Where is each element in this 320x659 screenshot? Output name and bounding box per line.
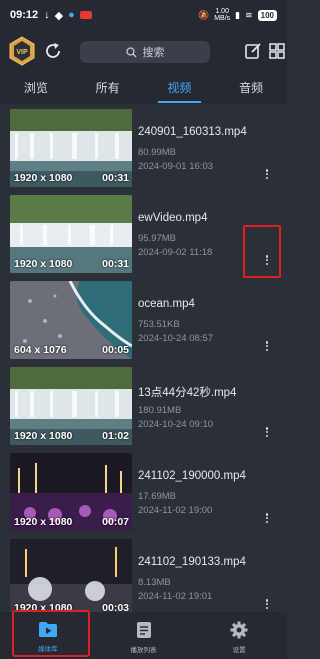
video-thumbnail[interactable]: 1920 x 1080 01:02 <box>10 367 132 445</box>
video-duration: 01:02 <box>102 430 129 442</box>
nav-label: 设置 <box>232 647 246 654</box>
notification-icon: ◆ <box>54 9 64 22</box>
video-size: 753.51KB <box>138 319 180 330</box>
document-list-icon <box>136 622 151 638</box>
video-list-item[interactable]: 1920 x 1080 01:02 13点44分42秒.mp4 180.91MB 202… <box>0 362 287 448</box>
search-input[interactable]: 搜索 <box>80 41 210 63</box>
video-size: 8.13MB <box>138 577 171 588</box>
video-duration: 00:07 <box>102 516 129 528</box>
highlight-media-library <box>12 610 90 657</box>
video-duration: 00:31 <box>102 172 129 184</box>
video-resolution: 1920 x 1080 <box>14 258 73 270</box>
video-date: 2024-09-02 11:18 <box>138 247 213 258</box>
signal-icon: ▮ <box>235 9 241 20</box>
more-options-icon[interactable] <box>262 426 272 440</box>
video-date: 2024-09-01 16:03 <box>138 161 214 172</box>
video-duration: 00:31 <box>102 258 129 270</box>
edit-icon[interactable] <box>244 42 262 60</box>
video-date: 2024-11-02 19:01 <box>138 591 213 602</box>
recording-icon <box>79 11 92 19</box>
net-speed: 1.00 MB/s <box>214 8 231 22</box>
highlight-more-button <box>243 225 281 278</box>
more-options-icon[interactable] <box>262 168 272 182</box>
video-name: 13点44分42秒.mp4 <box>138 387 237 399</box>
video-resolution: 604 x 1076 <box>14 344 67 356</box>
tab-video[interactable]: 视频 <box>144 76 216 104</box>
video-size: 180.91MB <box>138 405 182 416</box>
video-name: ewVideo.mp4 <box>138 212 208 224</box>
video-size: 17.69MB <box>138 491 177 502</box>
tab-browse[interactable]: 浏览 <box>0 76 72 104</box>
video-name: 241102_190133.mp4 <box>138 556 246 568</box>
battery-level: 100 <box>257 9 277 21</box>
status-bar: 09:12 ↓ ◆ ● 🔕 1.00 MB/s ▮ ≋ 100 <box>0 0 287 30</box>
video-thumbnail[interactable]: 1920 x 1080 00:03 <box>10 539 132 612</box>
video-list: 1920 x 1080 00:31 240901_160313.mp4 80.99MB… <box>0 104 287 612</box>
video-date: 2024-10-24 08:57 <box>138 333 214 344</box>
download-icon: ↓ <box>44 9 50 21</box>
video-resolution: 1920 x 1080 <box>14 172 73 184</box>
video-date: 2024-11-02 19:00 <box>138 505 213 516</box>
video-duration: 00:03 <box>102 602 129 612</box>
video-duration: 00:05 <box>102 344 129 356</box>
more-options-icon[interactable] <box>262 598 272 612</box>
tab-all[interactable]: 所有 <box>72 76 144 104</box>
search-icon <box>125 46 136 57</box>
status-time: 09:12 <box>10 9 39 21</box>
video-thumbnail[interactable]: 1920 x 1080 00:31 <box>10 195 132 273</box>
video-resolution: 1920 x 1080 <box>14 430 73 442</box>
video-list-item[interactable]: 604 x 1076 00:05 ocean.mp4 753.51KB 2024-10-… <box>0 276 287 362</box>
gear-icon <box>230 621 248 639</box>
video-size: 95.97MB <box>138 233 177 244</box>
video-thumbnail[interactable]: 604 x 1076 00:05 <box>10 281 132 359</box>
nav-playlist[interactable]: 播放列表 <box>96 612 192 659</box>
video-thumbnail[interactable]: 1920 x 1080 00:31 <box>10 109 132 187</box>
wifi-icon: ≋ <box>245 9 253 20</box>
nav-label: 播放列表 <box>130 647 157 654</box>
video-list-item[interactable]: 1920 x 1080 00:03 241102_190133.mp4 8.13MB 2… <box>0 534 287 612</box>
video-list-item[interactable]: 1920 x 1080 00:07 241102_190000.mp4 17.69MB… <box>0 448 287 534</box>
vip-badge-icon[interactable]: VIP <box>9 36 35 66</box>
refresh-icon[interactable] <box>43 41 63 61</box>
app-notification-icon: ● <box>68 9 75 21</box>
video-name: ocean.mp4 <box>138 298 195 310</box>
search-placeholder: 搜索 <box>142 47 165 59</box>
more-options-icon[interactable] <box>262 512 272 526</box>
video-date: 2024-10-24 09:10 <box>138 419 214 430</box>
video-resolution: 1920 x 1080 <box>14 516 73 528</box>
tab-audio[interactable]: 音频 <box>215 76 287 104</box>
video-list-item[interactable]: 1920 x 1080 00:31 240901_160313.mp4 80.99MB… <box>0 104 287 190</box>
video-size: 80.99MB <box>138 147 177 158</box>
category-tabs: 浏览 所有 视频 音频 <box>0 76 287 104</box>
more-options-icon[interactable] <box>262 340 272 354</box>
video-thumbnail[interactable]: 1920 x 1080 00:07 <box>10 453 132 531</box>
mute-icon: 🔕 <box>197 9 210 20</box>
video-name: 240901_160313.mp4 <box>138 126 247 138</box>
nav-settings[interactable]: 设置 <box>191 612 287 659</box>
app-header: VIP 搜索 <box>0 30 287 76</box>
grid-view-icon[interactable] <box>268 42 286 60</box>
svg-text:VIP: VIP <box>16 49 28 56</box>
video-name: 241102_190000.mp4 <box>138 470 246 482</box>
